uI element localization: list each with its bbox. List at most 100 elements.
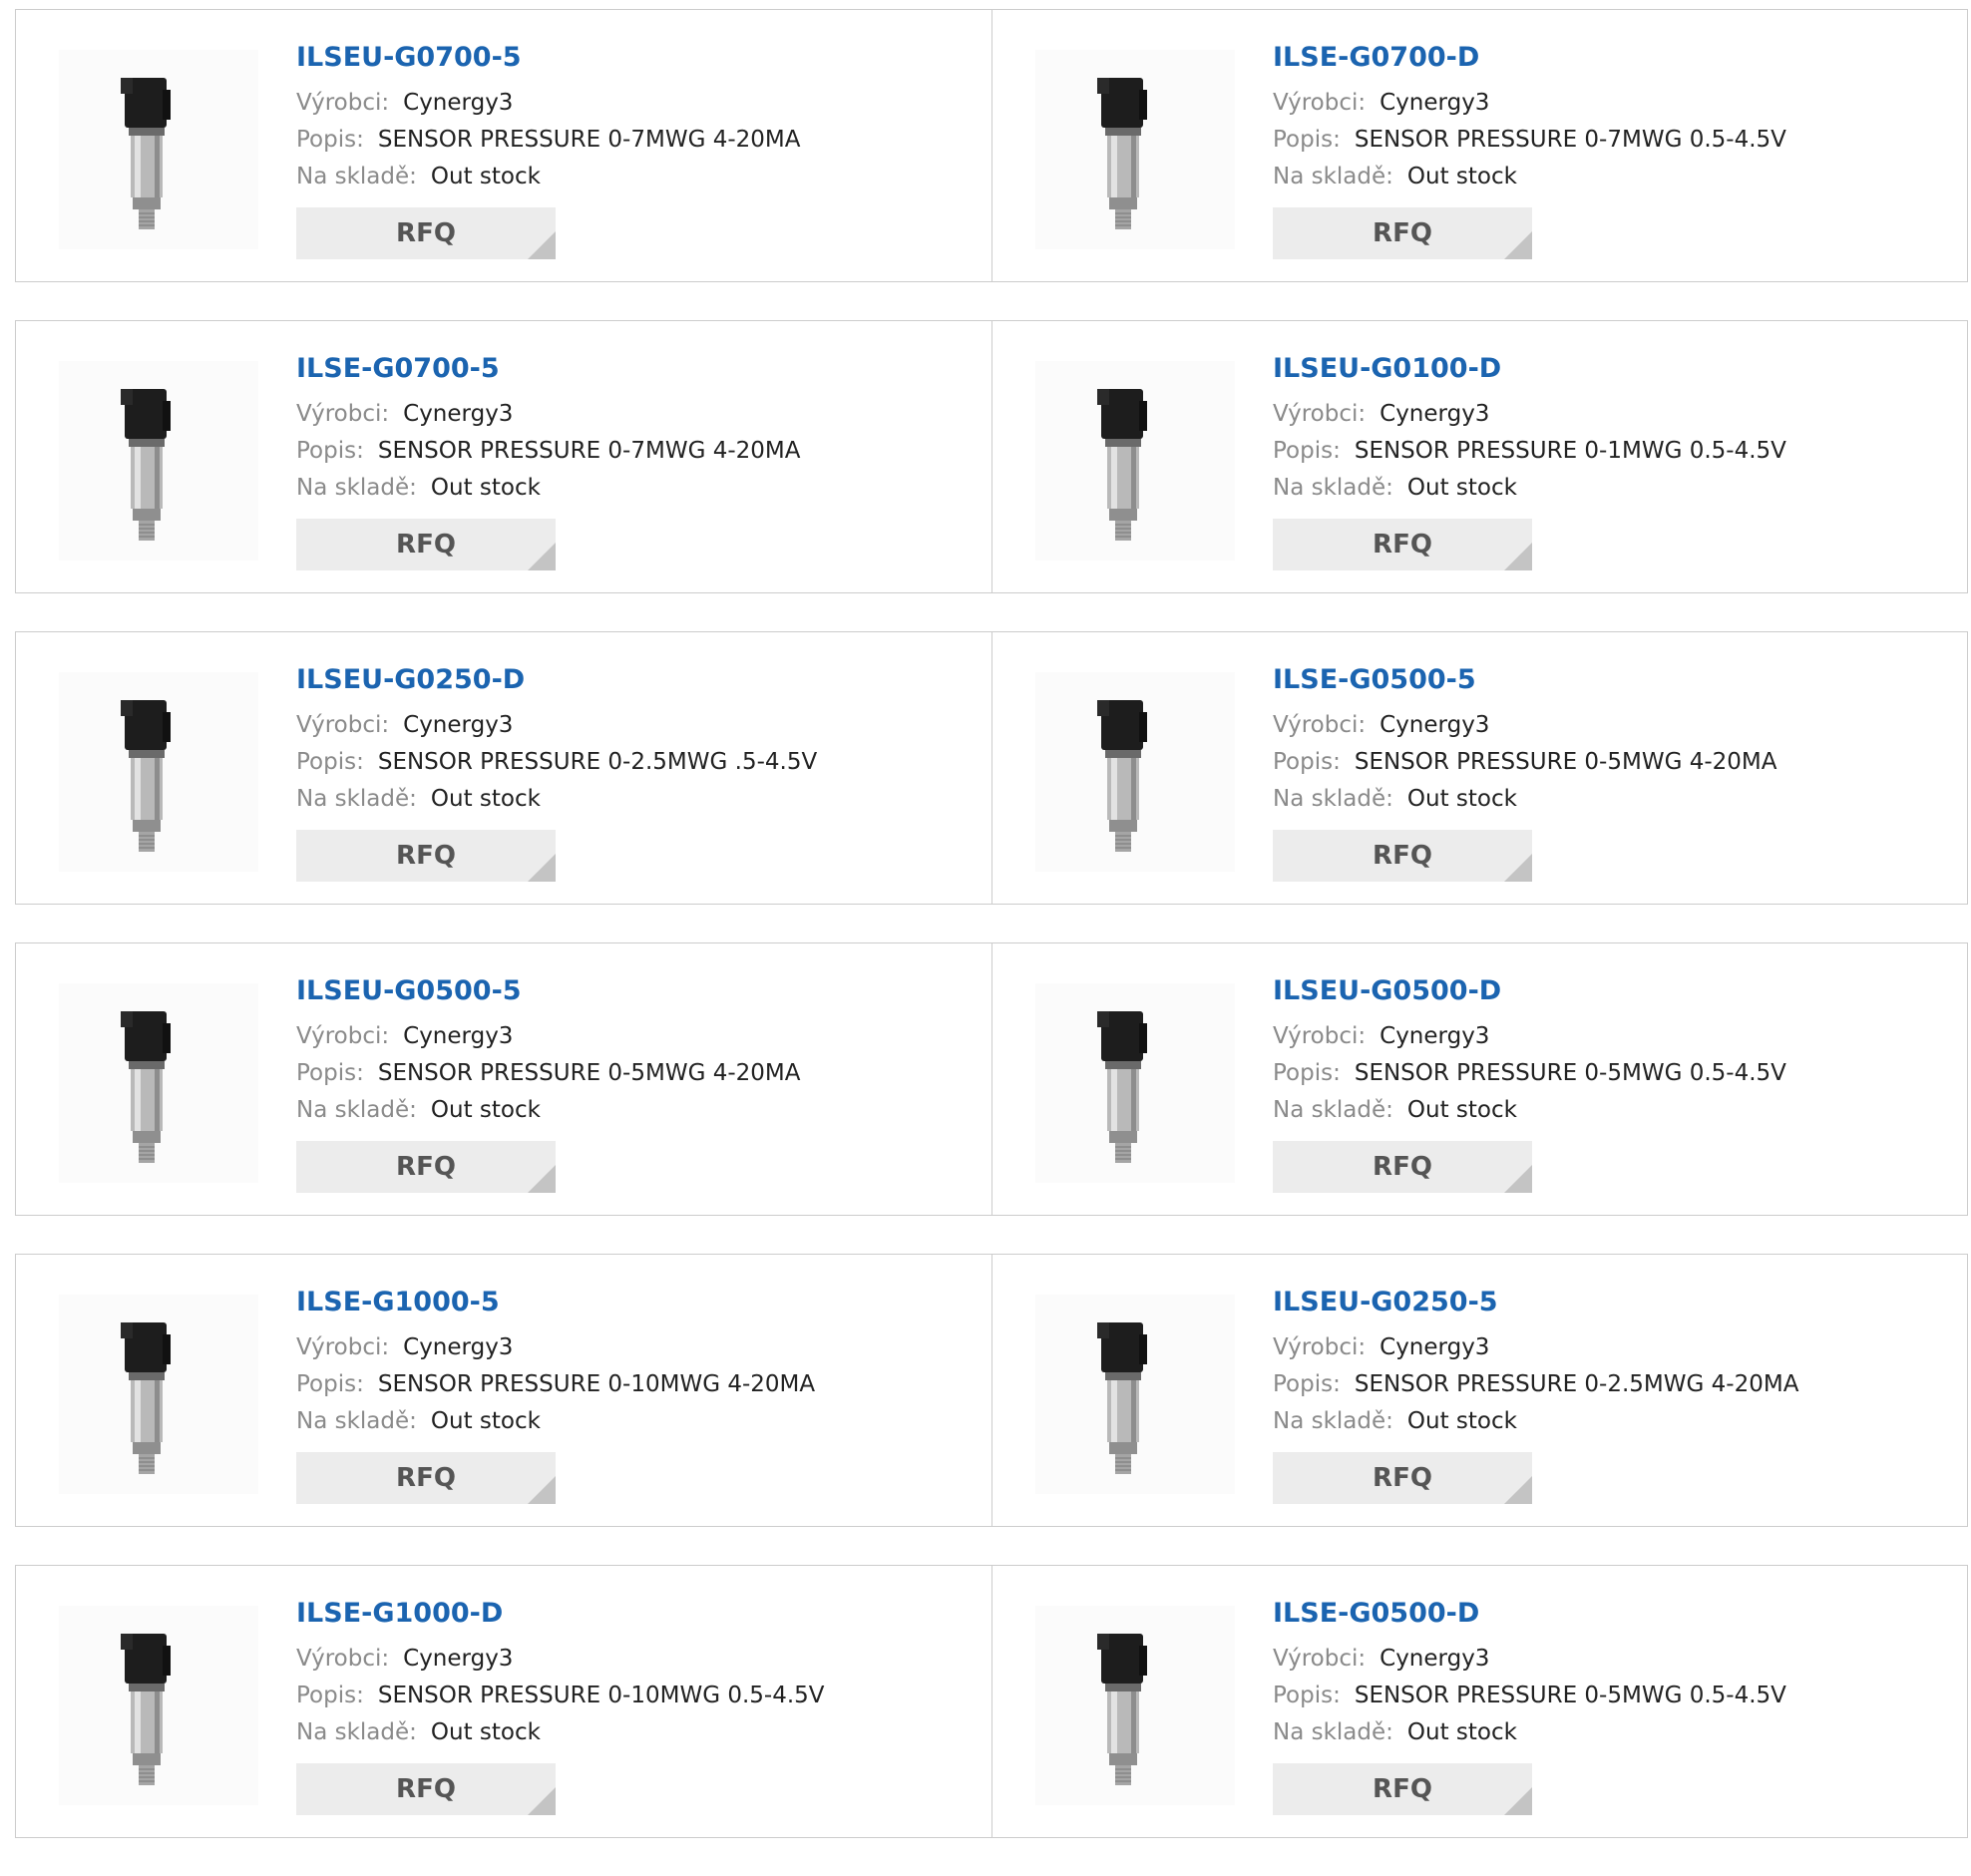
stock-value: Out stock xyxy=(1406,1719,1517,1745)
product-thumbnail[interactable] xyxy=(59,1606,258,1805)
product-row: ILSE-G0700-5 Výrobci: Cynergy3 Popis: SENS… xyxy=(15,320,1968,593)
manufacturer-value: Cynergy3 xyxy=(1380,1646,1490,1672)
stock-value: Out stock xyxy=(430,786,541,812)
description-line: Popis: SENSOR PRESSURE 0-1MWG 0.5-4.5V xyxy=(1273,433,1957,470)
manufacturer-line: Výrobci: Cynergy3 xyxy=(296,1018,982,1055)
manufacturer-line: Výrobci: Cynergy3 xyxy=(1273,1641,1957,1678)
stock-label: Na skladě: xyxy=(1273,475,1393,501)
manufacturer-label: Výrobci: xyxy=(296,1023,390,1049)
product-card: ILSEU-G0700-5 Výrobci: Cynergy3 Popis: SEN… xyxy=(16,10,991,281)
product-thumbnail[interactable] xyxy=(1035,1295,1235,1494)
product-thumbnail[interactable] xyxy=(59,361,258,561)
rfq-button[interactable]: RFQ xyxy=(296,830,556,882)
manufacturer-label: Výrobci: xyxy=(1273,712,1367,738)
product-info: ILSEU-G0500-5 Výrobci: Cynergy3 Popis: SEN… xyxy=(296,974,982,1193)
product-card: ILSEU-G0100-D Výrobci: Cynergy3 Popis: SEN… xyxy=(991,321,1967,592)
product-info: ILSE-G0700-5 Výrobci: Cynergy3 Popis: SENS… xyxy=(296,352,982,570)
description-label: Popis: xyxy=(1273,127,1341,153)
manufacturer-value: Cynergy3 xyxy=(403,1646,514,1672)
part-number-link[interactable]: ILSE-G0500-D xyxy=(1273,1597,1957,1631)
rfq-button[interactable]: RFQ xyxy=(296,1141,556,1193)
description-value: SENSOR PRESSURE 0-5MWG 0.5-4.5V xyxy=(1354,1060,1786,1086)
part-number-link[interactable]: ILSE-G0500-5 xyxy=(1273,663,1957,697)
pressure-sensor-icon xyxy=(1035,672,1235,872)
rfq-button[interactable]: RFQ xyxy=(1273,1141,1532,1193)
rfq-button[interactable]: RFQ xyxy=(296,1763,556,1815)
stock-line: Na skladě: Out stock xyxy=(1273,781,1957,818)
rfq-button[interactable]: RFQ xyxy=(1273,830,1532,882)
pressure-sensor-icon xyxy=(59,1295,258,1494)
product-info: ILSE-G0700-D Výrobci: Cynergy3 Popis: SENS… xyxy=(1273,41,1957,259)
rfq-label: RFQ xyxy=(396,218,456,248)
part-number-link[interactable]: ILSEU-G0100-D xyxy=(1273,352,1957,386)
description-line: Popis: SENSOR PRESSURE 0-2.5MWG .5-4.5V xyxy=(296,744,982,781)
product-info: ILSE-G1000-D Výrobci: Cynergy3 Popis: SENS… xyxy=(296,1597,982,1815)
manufacturer-value: Cynergy3 xyxy=(1380,712,1490,738)
product-thumbnail[interactable] xyxy=(1035,1606,1235,1805)
part-number-link[interactable]: ILSE-G0700-D xyxy=(1273,41,1957,75)
product-thumbnail[interactable] xyxy=(1035,983,1235,1183)
corner-triangle-icon xyxy=(528,1787,556,1815)
description-label: Popis: xyxy=(296,127,364,153)
part-number-link[interactable]: ILSEU-G0700-5 xyxy=(296,41,982,75)
rfq-button[interactable]: RFQ xyxy=(1273,207,1532,259)
manufacturer-value: Cynergy3 xyxy=(403,1334,514,1360)
description-label: Popis: xyxy=(1273,1683,1341,1708)
description-line: Popis: SENSOR PRESSURE 0-10MWG 0.5-4.5V xyxy=(296,1678,982,1714)
stock-value: Out stock xyxy=(430,1097,541,1123)
pressure-sensor-icon xyxy=(59,361,258,561)
stock-label: Na skladě: xyxy=(296,1408,417,1434)
manufacturer-line: Výrobci: Cynergy3 xyxy=(1273,396,1957,433)
product-row: ILSEU-G0250-D Výrobci: Cynergy3 Popis: SEN… xyxy=(15,631,1968,905)
part-number-link[interactable]: ILSEU-G0500-D xyxy=(1273,974,1957,1008)
rfq-button[interactable]: RFQ xyxy=(296,207,556,259)
product-list: ILSEU-G0700-5 Výrobci: Cynergy3 Popis: SEN… xyxy=(15,9,1968,1876)
manufacturer-line: Výrobci: Cynergy3 xyxy=(1273,1018,1957,1055)
description-label: Popis: xyxy=(296,1060,364,1086)
product-info: ILSEU-G0500-D Výrobci: Cynergy3 Popis: SEN… xyxy=(1273,974,1957,1193)
rfq-button[interactable]: RFQ xyxy=(1273,1763,1532,1815)
description-line: Popis: SENSOR PRESSURE 0-7MWG 4-20MA xyxy=(296,122,982,159)
description-value: SENSOR PRESSURE 0-5MWG 4-20MA xyxy=(1354,749,1777,775)
manufacturer-value: Cynergy3 xyxy=(1380,1334,1490,1360)
product-thumbnail[interactable] xyxy=(59,983,258,1183)
manufacturer-label: Výrobci: xyxy=(1273,401,1367,427)
rfq-label: RFQ xyxy=(1373,530,1432,560)
description-label: Popis: xyxy=(1273,1371,1341,1397)
part-number-link[interactable]: ILSE-G1000-5 xyxy=(296,1286,982,1319)
description-line: Popis: SENSOR PRESSURE 0-5MWG 4-20MA xyxy=(296,1055,982,1092)
stock-value: Out stock xyxy=(1406,164,1517,189)
stock-label: Na skladě: xyxy=(296,786,417,812)
product-card: ILSE-G0500-D Výrobci: Cynergy3 Popis: SENS… xyxy=(991,1566,1967,1837)
stock-line: Na skladě: Out stock xyxy=(296,470,982,507)
pressure-sensor-icon xyxy=(1035,983,1235,1183)
part-number-link[interactable]: ILSE-G0700-5 xyxy=(296,352,982,386)
product-thumbnail[interactable] xyxy=(1035,50,1235,249)
pressure-sensor-icon xyxy=(59,50,258,249)
rfq-label: RFQ xyxy=(1373,218,1432,248)
product-thumbnail[interactable] xyxy=(59,1295,258,1494)
part-number-link[interactable]: ILSEU-G0250-D xyxy=(296,663,982,697)
part-number-link[interactable]: ILSEU-G0250-5 xyxy=(1273,1286,1957,1319)
corner-triangle-icon xyxy=(528,543,556,570)
part-number-link[interactable]: ILSEU-G0500-5 xyxy=(296,974,982,1008)
manufacturer-value: Cynergy3 xyxy=(1380,90,1490,116)
rfq-label: RFQ xyxy=(1373,1152,1432,1182)
product-thumbnail[interactable] xyxy=(59,672,258,872)
description-value: SENSOR PRESSURE 0-1MWG 0.5-4.5V xyxy=(1354,438,1786,464)
rfq-button[interactable]: RFQ xyxy=(296,1452,556,1504)
manufacturer-value: Cynergy3 xyxy=(1380,1023,1490,1049)
product-thumbnail[interactable] xyxy=(59,50,258,249)
rfq-button[interactable]: RFQ xyxy=(296,519,556,570)
rfq-button[interactable]: RFQ xyxy=(1273,1452,1532,1504)
part-number-link[interactable]: ILSE-G1000-D xyxy=(296,1597,982,1631)
rfq-button[interactable]: RFQ xyxy=(1273,519,1532,570)
product-thumbnail[interactable] xyxy=(1035,672,1235,872)
stock-label: Na skladě: xyxy=(1273,1097,1393,1123)
stock-line: Na skladě: Out stock xyxy=(1273,1092,1957,1129)
manufacturer-value: Cynergy3 xyxy=(403,712,514,738)
product-info: ILSEU-G0250-5 Výrobci: Cynergy3 Popis: SEN… xyxy=(1273,1286,1957,1504)
stock-value: Out stock xyxy=(430,1719,541,1745)
stock-label: Na skladě: xyxy=(296,1719,417,1745)
product-thumbnail[interactable] xyxy=(1035,361,1235,561)
